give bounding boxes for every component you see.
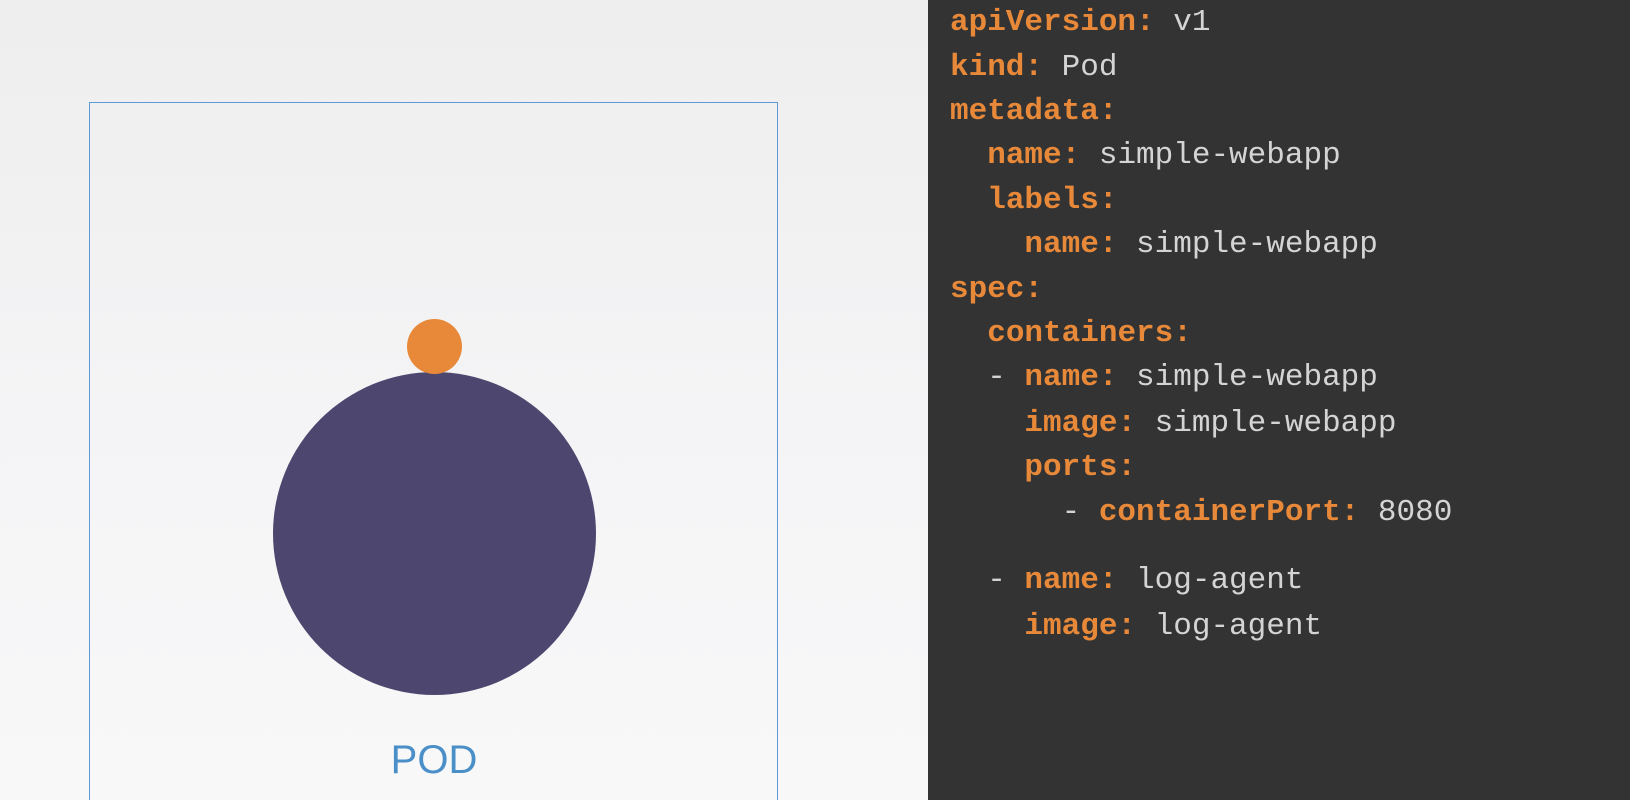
yaml-line: ports: [1024, 450, 1137, 485]
yaml-line: image: simple-webapp [1024, 406, 1397, 441]
yaml-line: containers: [987, 316, 1192, 351]
yaml-line: name: simple-webapp [1024, 227, 1378, 262]
pod-diagram: POD [0, 0, 928, 800]
yaml-line: - name: simple-webapp [950, 360, 1378, 395]
yaml-line: metadata: [950, 94, 1118, 129]
sidecar-circle [407, 319, 462, 374]
yaml-line: - containerPort: 8080 [950, 495, 1453, 530]
yaml-line: - name: log-agent [950, 563, 1304, 598]
yaml-code-panel: apiVersion: v1 kind: Pod metadata: name:… [928, 0, 1630, 800]
yaml-line: kind: Pod [950, 50, 1118, 85]
yaml-line: labels: [987, 183, 1118, 218]
yaml-line: spec: [950, 272, 1044, 307]
yaml-line: apiVersion: v1 [950, 5, 1211, 40]
container-circle [273, 372, 596, 695]
pod-label: POD [390, 738, 478, 782]
yaml-line: image: log-agent [1024, 609, 1323, 644]
yaml-line: name: simple-webapp [987, 138, 1341, 173]
